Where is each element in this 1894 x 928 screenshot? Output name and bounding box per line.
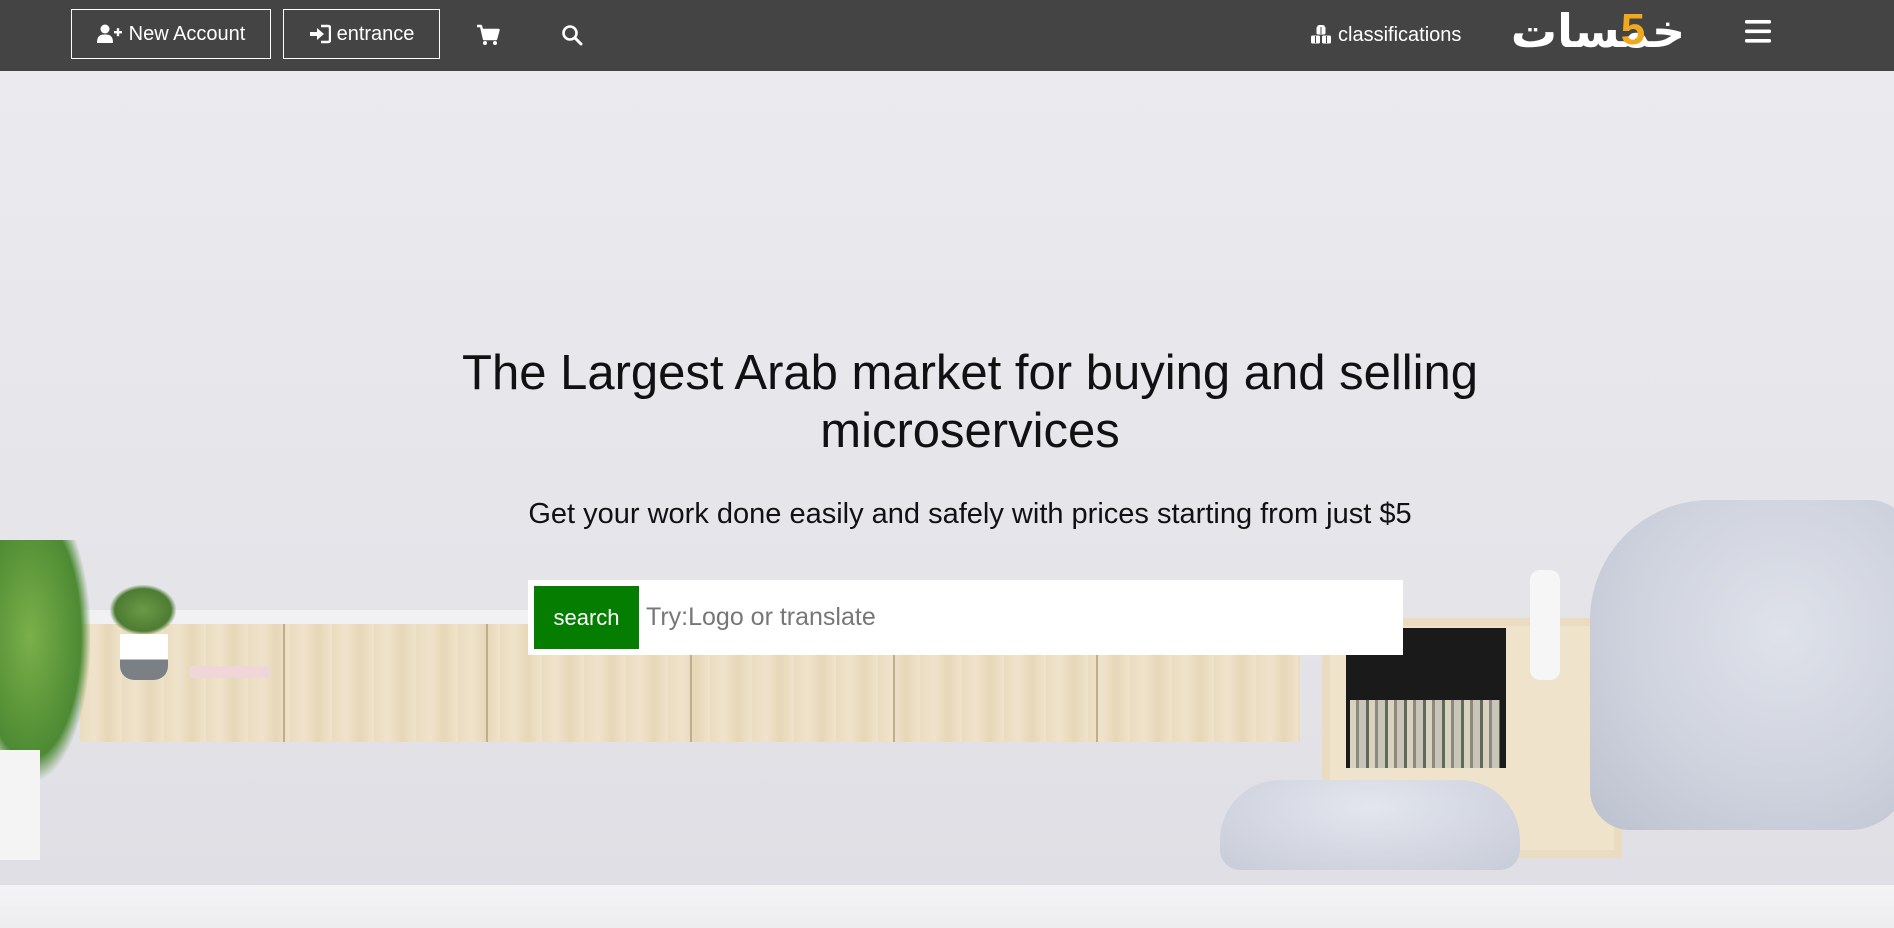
floor — [0, 885, 1894, 928]
search-icon — [562, 25, 583, 46]
vase — [1530, 570, 1560, 680]
armchair — [1590, 500, 1894, 830]
cabinet-divider — [486, 624, 488, 742]
svg-text:5: 5 — [1621, 5, 1645, 54]
svg-text:خمسات: خمسات — [1511, 4, 1685, 58]
pot-left — [0, 750, 40, 860]
top-navbar: New Account entrance classifications خمس… — [0, 0, 1894, 71]
new-account-button[interactable]: New Account — [71, 9, 271, 59]
entrance-label: entrance — [336, 22, 415, 45]
hero-subtitle: Get your work done easily and safely wit… — [528, 498, 1412, 530]
cabinet-divider — [283, 624, 285, 742]
classifications-label: classifications — [1338, 23, 1462, 46]
small-pot — [120, 634, 168, 680]
user-plus-icon — [96, 24, 122, 43]
classifications-link[interactable]: classifications — [1310, 18, 1461, 52]
small-plant — [110, 585, 176, 635]
cart-button[interactable] — [471, 18, 505, 52]
new-account-label: New Account — [128, 22, 246, 45]
books — [1350, 700, 1500, 768]
hero-search-input[interactable] — [644, 586, 1398, 649]
hero-search-button[interactable]: search — [534, 586, 639, 649]
book-stack — [190, 666, 270, 678]
hero-title: The Largest Arab market for buying and s… — [462, 346, 1478, 458]
header-search-button[interactable] — [555, 18, 589, 52]
plant-left — [0, 540, 90, 780]
ottoman — [1220, 780, 1520, 870]
cart-icon — [477, 24, 500, 45]
entrance-button[interactable]: entrance — [283, 9, 440, 59]
hamburger-icon — [1745, 20, 1771, 43]
sign-in-icon — [309, 24, 331, 44]
menu-button[interactable] — [1740, 16, 1776, 48]
cubes-icon — [1311, 25, 1331, 44]
khamsat-logo: خمسات 5 — [1511, 4, 1685, 58]
site-logo[interactable]: خمسات 5 — [1498, 4, 1704, 60]
